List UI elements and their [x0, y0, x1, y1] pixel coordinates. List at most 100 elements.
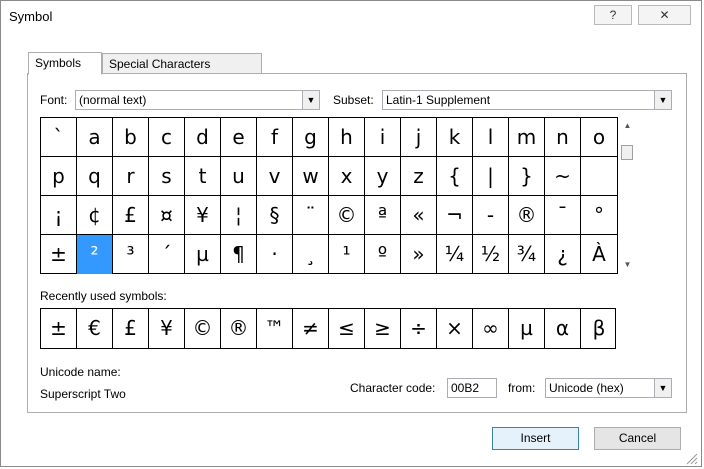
symbol-cell[interactable]: p [41, 157, 77, 196]
symbol-cell[interactable]: £ [113, 196, 149, 235]
title-bar[interactable]: Symbol ? ✕ [1, 1, 701, 33]
symbol-cell[interactable]: ¬ [437, 196, 473, 235]
symbol-cell[interactable]: w [293, 157, 329, 196]
symbol-cell[interactable]: ½ [473, 235, 509, 274]
symbol-cell[interactable]: s [149, 157, 185, 196]
symbol-cell[interactable]: ¯ [545, 196, 581, 235]
symbol-cell[interactable]: o [581, 118, 617, 157]
symbol-cell[interactable]: ± [41, 235, 77, 274]
recent-symbol-cell[interactable]: ≥ [365, 309, 401, 348]
symbol-cell[interactable]: » [401, 235, 437, 274]
symbol-cell[interactable]: u [221, 157, 257, 196]
scroll-down-arrow-icon[interactable]: ▼ [622, 259, 633, 270]
grid-scrollbar[interactable]: ▲ ▼ [618, 117, 637, 274]
symbol-cell[interactable]: q [77, 157, 113, 196]
symbol-cell[interactable]: m [509, 118, 545, 157]
recent-symbol-cell[interactable]: ≠ [293, 309, 329, 348]
recent-symbol-cell[interactable]: € [77, 309, 113, 348]
recent-symbol-cell[interactable]: α [545, 309, 581, 348]
recent-symbol-cell[interactable]: £ [113, 309, 149, 348]
symbol-cell[interactable]: z [401, 157, 437, 196]
symbol-cell[interactable]: ` [41, 118, 77, 157]
symbol-grid[interactable]: ` a b c d e f g h i j k l m n o p q r s t u v w x y z{|} ~ ¡ ¢ £ ¤ ¥ ¦ § ¨ ©… [40, 117, 618, 274]
help-button[interactable]: ? [594, 5, 632, 25]
symbol-cell[interactable]: { [437, 157, 473, 196]
character-code-input[interactable]: 00B2 [447, 378, 497, 398]
symbol-cell[interactable]: ¾ [509, 235, 545, 274]
cancel-button[interactable]: Cancel [594, 427, 681, 450]
symbol-cell[interactable]: ¨ [293, 196, 329, 235]
symbol-cell[interactable]: À [581, 235, 617, 274]
symbol-cell[interactable]: n [545, 118, 581, 157]
symbol-cell[interactable]: b [113, 118, 149, 157]
symbol-cell[interactable] [581, 157, 617, 196]
scroll-thumb[interactable] [621, 145, 633, 160]
symbol-cell[interactable]: f [257, 118, 293, 157]
insert-button[interactable]: Insert [492, 427, 579, 450]
font-dropdown[interactable]: (normal text) ▼ [75, 90, 320, 110]
recent-symbol-cell[interactable]: ™ [257, 309, 293, 348]
symbol-cell[interactable]: ¦ [221, 196, 257, 235]
symbol-cell[interactable]: ® [509, 196, 545, 235]
symbol-cell[interactable]: ´ [149, 235, 185, 274]
symbol-cell[interactable]: µ [185, 235, 221, 274]
symbol-cell[interactable]: i [365, 118, 401, 157]
symbol-cell[interactable]: } [509, 157, 545, 196]
symbol-cell[interactable]: ¼ [437, 235, 473, 274]
recent-symbol-cell[interactable]: ± [41, 309, 77, 348]
from-dropdown-arrow-icon[interactable]: ▼ [654, 379, 671, 397]
recent-symbol-cell[interactable]: ÷ [401, 309, 437, 348]
resize-grip-icon[interactable] [684, 451, 698, 465]
symbol-cell[interactable]: ¿ [545, 235, 581, 274]
symbol-cell[interactable]: ~ [545, 157, 581, 196]
tab-symbols[interactable]: Symbols [28, 52, 102, 75]
symbol-cell[interactable]: h [329, 118, 365, 157]
recent-symbol-cell[interactable]: © [185, 309, 221, 348]
tab-special-characters[interactable]: Special Characters [102, 53, 262, 75]
symbol-cell[interactable]: j [401, 118, 437, 157]
recent-symbol-cell[interactable]: µ [509, 309, 545, 348]
symbol-cell[interactable]: · [257, 235, 293, 274]
recent-symbol-cell[interactable]: ¥ [149, 309, 185, 348]
symbol-cell[interactable]: ¶ [221, 235, 257, 274]
symbol-cell[interactable]: l [473, 118, 509, 157]
symbol-cell[interactable]: - [473, 196, 509, 235]
close-button[interactable]: ✕ [638, 5, 691, 25]
font-dropdown-arrow-icon[interactable]: ▼ [302, 91, 319, 109]
symbol-cell[interactable]: ¸ [293, 235, 329, 274]
subset-dropdown-arrow-icon[interactable]: ▼ [654, 91, 671, 109]
symbol-cell[interactable]: ¥ [185, 196, 221, 235]
symbol-cell[interactable]: © [329, 196, 365, 235]
recent-symbol-cell[interactable]: ∞ [473, 309, 509, 348]
recent-symbol-cell[interactable]: ≤ [329, 309, 365, 348]
recent-symbol-cell[interactable]: × [437, 309, 473, 348]
symbol-cell[interactable]: ¤ [149, 196, 185, 235]
symbol-cell[interactable]: ¹ [329, 235, 365, 274]
symbol-cell[interactable]: t [185, 157, 221, 196]
symbol-cell[interactable]: y [365, 157, 401, 196]
scroll-up-arrow-icon[interactable]: ▲ [622, 120, 633, 131]
symbol-cell[interactable]: d [185, 118, 221, 157]
symbol-cell[interactable]: k [437, 118, 473, 157]
symbol-cell[interactable]: º [365, 235, 401, 274]
symbol-cell[interactable]: r [113, 157, 149, 196]
symbol-cell[interactable]: ° [581, 196, 617, 235]
symbol-cell[interactable]: ¢ [77, 196, 113, 235]
symbol-cell[interactable]: c [149, 118, 185, 157]
recent-symbol-cell[interactable]: β [581, 309, 617, 348]
from-dropdown[interactable]: Unicode (hex) ▼ [545, 378, 672, 398]
symbol-cell[interactable]: x [329, 157, 365, 196]
symbol-cell[interactable]: ª [365, 196, 401, 235]
symbol-cell[interactable]: ² [77, 235, 113, 274]
subset-dropdown[interactable]: Latin-1 Supplement ▼ [382, 90, 672, 110]
recent-symbols-row[interactable]: ± € £ ¥ © ® ™ ≠ ≤ ≥ ÷ × ∞ µ α β [40, 308, 616, 349]
symbol-cell[interactable]: | [473, 157, 509, 196]
symbol-cell[interactable]: a [77, 118, 113, 157]
symbol-cell[interactable]: v [257, 157, 293, 196]
symbol-cell[interactable]: ¡ [41, 196, 77, 235]
symbol-cell[interactable]: ³ [113, 235, 149, 274]
symbol-cell[interactable]: « [401, 196, 437, 235]
symbol-cell[interactable]: e [221, 118, 257, 157]
symbol-cell[interactable]: § [257, 196, 293, 235]
recent-symbol-cell[interactable]: ® [221, 309, 257, 348]
